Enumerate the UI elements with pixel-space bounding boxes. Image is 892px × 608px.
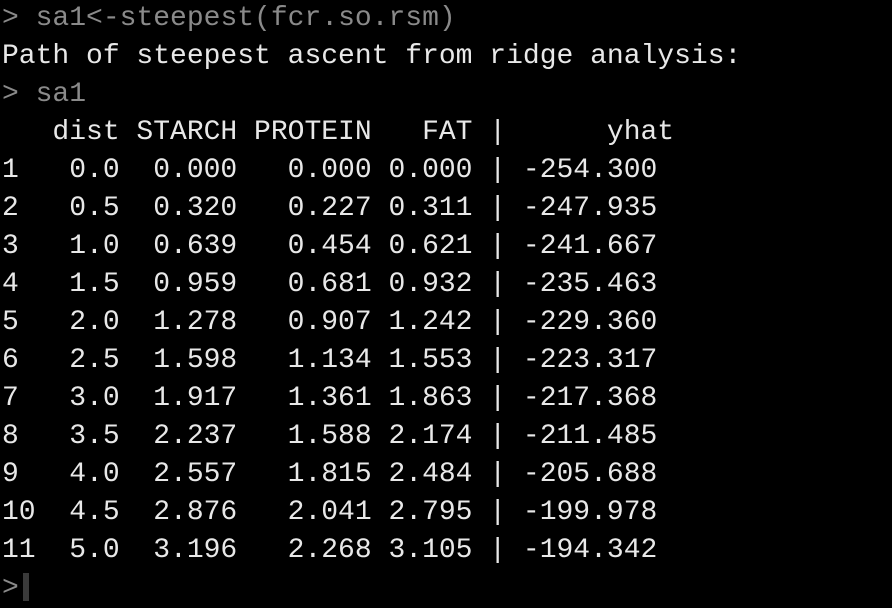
table-row: 7 3.0 1.917 1.361 1.863 | -217.368 <box>2 383 658 414</box>
table-header: dist STARCH PROTEIN FAT | yhat <box>2 117 675 148</box>
table-row: 5 2.0 1.278 0.907 1.242 | -229.360 <box>2 307 658 338</box>
command-line-1: > sa1<-steepest(fcr.so.rsm) <box>2 0 890 38</box>
table-row: 6 2.5 1.598 1.134 1.553 | -223.317 <box>2 345 658 376</box>
table-row: 8 3.5 2.237 1.588 2.174 | -211.485 <box>2 421 658 452</box>
table-row: 10 4.5 2.876 2.041 2.795 | -199.978 <box>2 497 658 528</box>
input-line[interactable]: > <box>2 570 890 608</box>
prompt-symbol: > <box>2 79 19 110</box>
table-row: 9 4.0 2.557 1.815 2.484 | -205.688 <box>2 459 658 490</box>
output-message: Path of steepest ascent from ridge analy… <box>2 41 742 72</box>
table-row: 4 1.5 0.959 0.681 0.932 | -235.463 <box>2 269 658 300</box>
table-row: 2 0.5 0.320 0.227 0.311 | -247.935 <box>2 193 658 224</box>
prompt-symbol: > <box>2 3 19 34</box>
command-line-2: > sa1 <box>2 76 890 114</box>
table-row: 1 0.0 0.000 0.000 0.000 | -254.300 <box>2 155 658 186</box>
text-cursor <box>22 573 29 601</box>
command-text: sa1<-steepest(fcr.so.rsm) <box>35 3 456 34</box>
table-row: 3 1.0 0.639 0.454 0.621 | -241.667 <box>2 231 658 262</box>
r-console[interactable]: > sa1<-steepest(fcr.so.rsm) Path of stee… <box>2 0 890 604</box>
prompt-symbol: > <box>2 573 19 604</box>
command-text: sa1 <box>35 79 87 110</box>
table-row: 11 5.0 3.196 2.268 3.105 | -194.342 <box>2 535 658 566</box>
